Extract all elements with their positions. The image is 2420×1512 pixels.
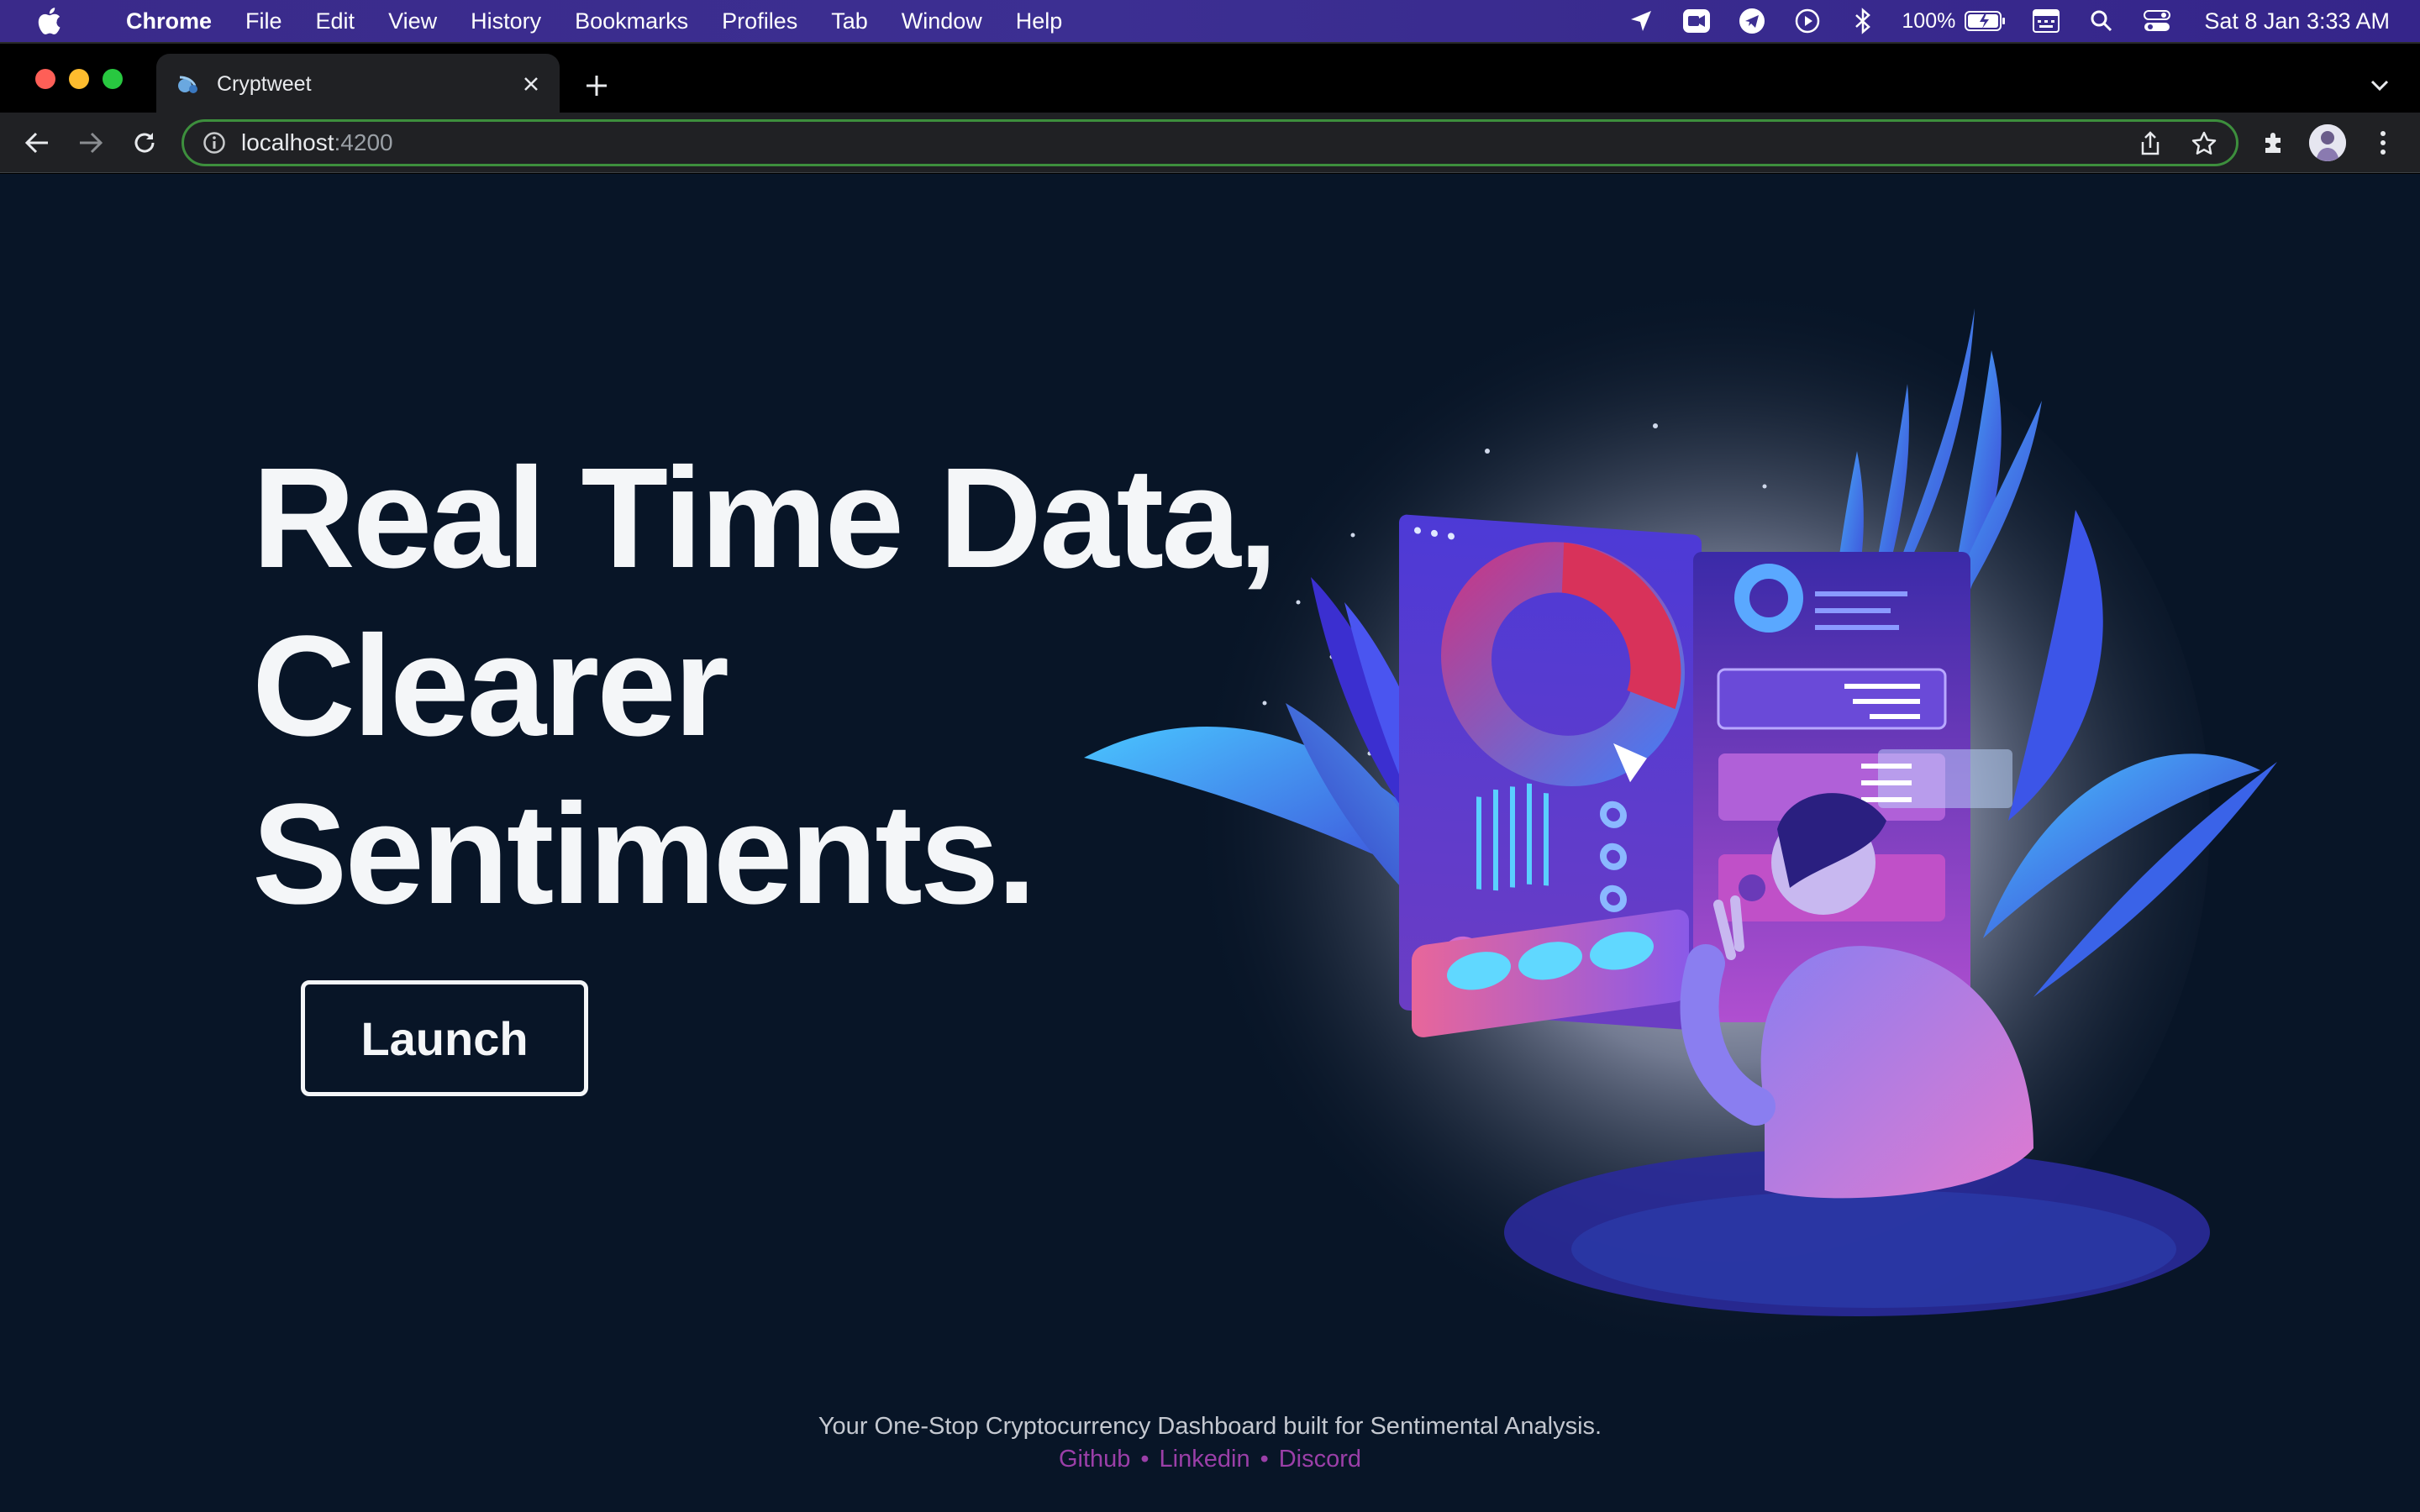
menu-history[interactable]: History (471, 8, 541, 34)
control-center-icon[interactable] (2140, 4, 2174, 38)
footer-tagline: Your One-Stop Cryptocurrency Dashboard b… (818, 1413, 1602, 1440)
page-footer: Your One-Stop Cryptocurrency Dashboard b… (0, 1413, 2420, 1473)
hero-illustration (1084, 283, 2277, 1358)
bluetooth-icon[interactable] (1846, 4, 1880, 38)
profile-avatar[interactable] (2309, 124, 2346, 161)
macos-menubar: Chrome File Edit View History Bookmarks … (0, 0, 2420, 42)
window-zoom-button[interactable] (103, 69, 123, 89)
battery-percentage: 100% (1902, 8, 1956, 33)
footer-links: Github • Linkedin • Discord (0, 1446, 2420, 1473)
url-host: localhost (241, 129, 334, 155)
menubar-status-area: 100% Sat 8 Jan 3:33 AM (1624, 0, 2420, 42)
browser-toolbar: localhost:4200 (0, 113, 2420, 173)
share-icon[interactable] (2135, 129, 2165, 159)
site-info-icon[interactable] (201, 129, 228, 156)
footer-separator: • (1140, 1446, 1150, 1473)
menu-app-name[interactable]: Chrome (126, 8, 212, 34)
reload-icon[interactable] (126, 124, 163, 161)
battery-charging-icon[interactable] (1964, 4, 2007, 38)
forward-arrow-icon[interactable] (72, 124, 109, 161)
browser-tab-active[interactable]: Cryptweet (156, 54, 560, 114)
chrome-menu-kebab-icon[interactable] (2365, 124, 2402, 161)
telegram-icon[interactable] (1735, 4, 1769, 38)
menu-file[interactable]: File (245, 8, 282, 34)
keyboard-input-icon[interactable] (2029, 4, 2063, 38)
footer-link-linkedin[interactable]: Linkedin (1160, 1446, 1250, 1473)
menu-tab[interactable]: Tab (831, 8, 868, 34)
apple-menu-icon[interactable] (34, 6, 64, 36)
footer-link-github[interactable]: Github (1059, 1446, 1130, 1473)
menubar-clock[interactable]: Sat 8 Jan 3:33 AM (2204, 8, 2390, 34)
footer-separator: • (1260, 1446, 1269, 1473)
video-camera-icon[interactable] (1680, 4, 1713, 38)
location-arrow-icon[interactable] (1624, 4, 1658, 38)
url-port: :4200 (334, 129, 393, 155)
web-page: Real Time Data, Clearer Sentiments. Laun… (0, 174, 2420, 1512)
window-minimize-button[interactable] (69, 69, 89, 89)
extensions-puzzle-icon[interactable] (2255, 124, 2292, 161)
new-tab-plus-icon[interactable] (580, 69, 613, 102)
browser-tab-strip: Cryptweet (0, 42, 2420, 114)
menu-profiles[interactable]: Profiles (722, 8, 797, 34)
menu-window[interactable]: Window (902, 8, 982, 34)
spotlight-search-icon[interactable] (2085, 4, 2118, 38)
menu-help[interactable]: Help (1016, 8, 1063, 34)
tab-search-chevron-icon[interactable] (2365, 71, 2395, 101)
footer-link-discord[interactable]: Discord (1279, 1446, 1361, 1473)
menu-view[interactable]: View (388, 8, 437, 34)
tab-close-icon[interactable] (514, 67, 548, 101)
menu-edit[interactable]: Edit (316, 8, 355, 34)
address-bar[interactable]: localhost:4200 (182, 119, 2238, 166)
tab-title: Cryptweet (217, 71, 312, 96)
bookmark-star-icon[interactable] (2189, 129, 2219, 159)
menu-bookmarks[interactable]: Bookmarks (575, 8, 688, 34)
tab-favicon-icon (176, 72, 200, 96)
url-text[interactable]: localhost:4200 (241, 129, 393, 156)
window-close-button[interactable] (35, 69, 55, 89)
launch-button[interactable]: Launch (301, 980, 588, 1096)
play-circle-icon[interactable] (1791, 4, 1824, 38)
back-arrow-icon[interactable] (18, 124, 55, 161)
